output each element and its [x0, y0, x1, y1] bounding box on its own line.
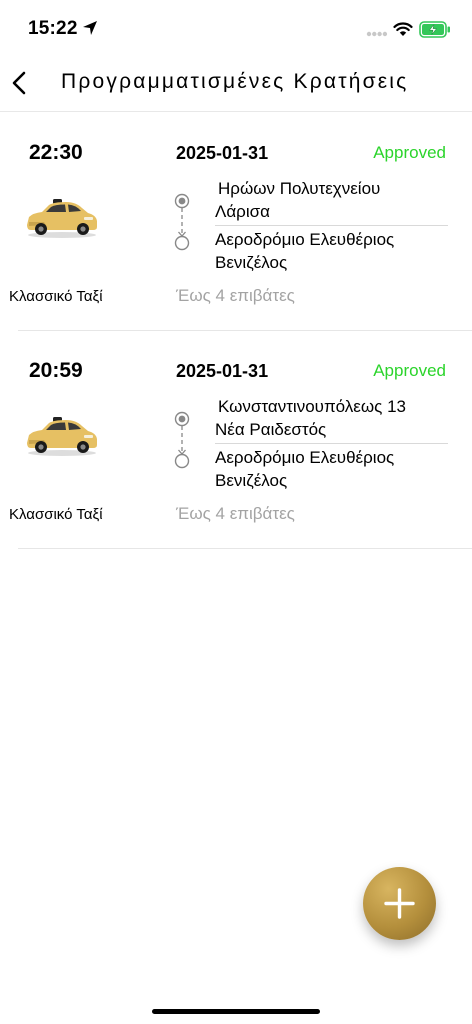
status-badge: Approved [373, 361, 446, 380]
booking-card[interactable]: 20:59 2025-01-31 Approved Κλασσικό Ταξί … [0, 331, 472, 549]
plus-icon [384, 888, 415, 919]
dropoff-line1: Αεροδρόμιο Ελευθέριος [215, 448, 395, 467]
dropoff-line1: Αεροδρόμιο Ελευθέριος [215, 230, 395, 249]
dropoff-line2: Βενιζέλος [215, 253, 288, 272]
route-indicator-icon [174, 193, 190, 251]
booking-date: 2025-01-31 [176, 143, 269, 163]
passenger-capacity: Έως 4 επιβάτες [176, 504, 295, 523]
wifi-icon [393, 22, 413, 36]
passenger-capacity: Έως 4 επιβάτες [176, 286, 295, 305]
dropoff-address: Αεροδρόμιο Ελευθέριος Βενιζέλος [215, 446, 448, 492]
pickup-address: Κωνσταντινουπόλεως 13 Νέα Ραιδεστός [215, 395, 448, 444]
dropoff-line2: Βενιζέλος [215, 471, 288, 490]
add-booking-button[interactable] [363, 867, 436, 940]
back-chevron-icon[interactable] [8, 70, 30, 96]
signal-icon [366, 31, 388, 37]
divider [18, 548, 472, 549]
status-time: 15:22 [28, 18, 78, 39]
route-indicator-icon [174, 411, 190, 469]
booking-date: 2025-01-31 [176, 361, 269, 381]
pickup-city: Λάρισα [215, 202, 270, 221]
pickup-street: Ηρώων Πολυτεχνείου [218, 179, 381, 198]
booking-time: 20:59 [29, 359, 83, 382]
pickup-city: Νέα Ραιδεστός [215, 420, 327, 439]
status-badge: Approved [373, 143, 446, 162]
taxi-car-icon [27, 417, 97, 456]
booking-card[interactable]: 22:30 2025-01-31 Approved Κλασσικό Ταξί … [0, 113, 472, 331]
battery-charging-icon [419, 21, 450, 38]
taxi-car-icon [27, 199, 97, 238]
car-type-label: Κλασσικό Ταξί [9, 288, 103, 305]
page-title: Προγραμματισμένες Κρατήσεις [61, 70, 409, 93]
status-bar: 15:22 [0, 0, 472, 62]
pickup-address: Ηρώων Πολυτεχνείου Λάρισα [215, 177, 448, 226]
header: Προγραμματισμένες Κρατήσεις [0, 62, 472, 112]
location-arrow-icon [83, 21, 97, 35]
pickup-street: Κωνσταντινουπόλεως 13 [218, 397, 406, 416]
dropoff-address: Αεροδρόμιο Ελευθέριος Βενιζέλος [215, 228, 448, 274]
car-type-label: Κλασσικό Ταξί [9, 506, 103, 523]
home-indicator[interactable] [152, 1009, 320, 1014]
booking-time: 22:30 [29, 141, 83, 164]
